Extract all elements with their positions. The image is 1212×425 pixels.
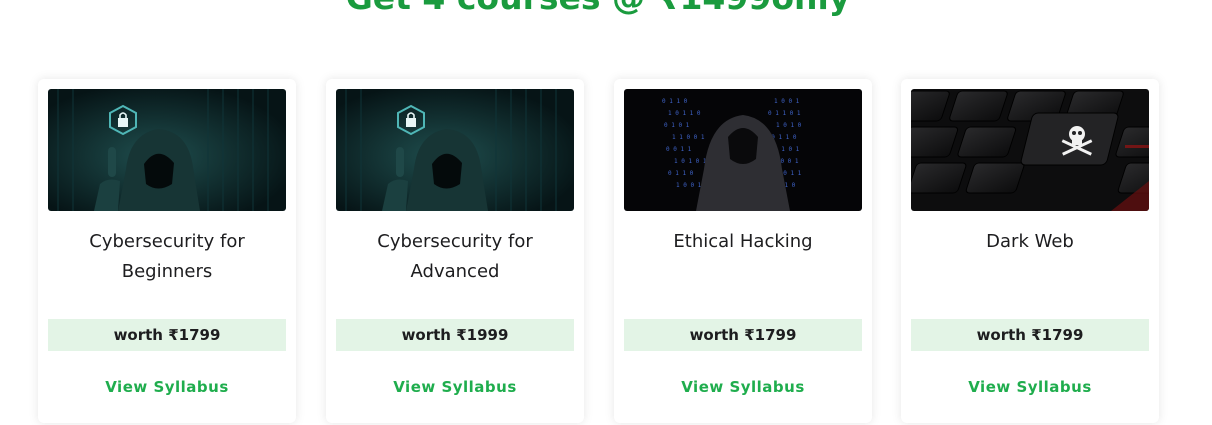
course-title-line: Cybersecurity for <box>89 231 245 252</box>
view-syllabus-link[interactable]: View Syllabus <box>48 375 286 399</box>
svg-text:1 0 1 0: 1 0 1 0 <box>776 122 802 129</box>
course-image <box>911 89 1149 211</box>
course-title-line: Beginners <box>121 261 213 282</box>
course-title-line: Ethical Hacking <box>673 231 813 252</box>
course-title-line: Cybersecurity for <box>377 231 533 252</box>
svg-text:0 1 0 1: 0 1 0 1 <box>664 122 690 129</box>
svg-text:1 0 0 1: 1 0 0 1 <box>676 182 702 189</box>
hooded-hacker-lock-icon <box>48 89 286 211</box>
course-worth-badge: worth ₹1799 <box>911 319 1149 351</box>
hooded-hacker-lock-icon <box>336 89 574 211</box>
course-title: Cybersecurity for Beginners <box>48 227 286 287</box>
svg-text:1 0 1 0 1: 1 0 1 0 1 <box>674 158 707 165</box>
course-card-cybersecurity-advanced[interactable]: Cybersecurity for Advanced worth ₹1999 V… <box>326 79 584 423</box>
courses-bundle-section: Get 4 courses @ ₹1499only <box>0 0 1212 425</box>
bundle-headline: Get 4 courses @ ₹1499only <box>0 0 1196 18</box>
course-image: 0 1 1 0 1 0 1 1 0 0 1 0 1 1 1 0 0 1 0 0 1 … <box>624 89 862 211</box>
course-title-line: Advanced <box>410 261 500 282</box>
hooded-hacker-binary-icon: 0 1 1 0 1 0 1 1 0 0 1 0 1 1 1 0 0 1 0 0 1 … <box>624 89 862 211</box>
course-title-line: Dark Web <box>986 231 1074 252</box>
course-worth-badge: worth ₹1799 <box>48 319 286 351</box>
course-title: Dark Web <box>911 227 1149 257</box>
course-worth-badge: worth ₹1999 <box>336 319 574 351</box>
course-card-dark-web[interactable]: Dark Web worth ₹1799 View Syllabus <box>901 79 1159 423</box>
svg-text:1 1 0 0 1: 1 1 0 0 1 <box>672 134 705 141</box>
course-card-cybersecurity-beginners[interactable]: Cybersecurity for Beginners worth ₹1799 … <box>38 79 296 423</box>
svg-text:0 1 1 0: 0 1 1 0 <box>668 170 694 177</box>
svg-text:1 0 1 1 0: 1 0 1 1 0 <box>668 110 701 117</box>
svg-text:1 0 0 1: 1 0 0 1 <box>774 98 800 105</box>
course-worth-badge: worth ₹1799 <box>624 319 862 351</box>
course-card-ethical-hacking[interactable]: 0 1 1 0 1 0 1 1 0 0 1 0 1 1 1 0 0 1 0 0 1 … <box>614 79 872 423</box>
course-image <box>48 89 286 211</box>
svg-text:0 1 1 0: 0 1 1 0 <box>662 98 688 105</box>
view-syllabus-link[interactable]: View Syllabus <box>624 375 862 399</box>
svg-text:0 0 1 1: 0 0 1 1 <box>666 146 692 153</box>
course-image <box>336 89 574 211</box>
course-title: Cybersecurity for Advanced <box>336 227 574 287</box>
course-title: Ethical Hacking <box>624 227 862 257</box>
view-syllabus-link[interactable]: View Syllabus <box>911 375 1149 399</box>
svg-text:0 1 1 0 1: 0 1 1 0 1 <box>768 110 801 117</box>
skull-key-icon <box>911 89 1149 211</box>
view-syllabus-link[interactable]: View Syllabus <box>336 375 574 399</box>
